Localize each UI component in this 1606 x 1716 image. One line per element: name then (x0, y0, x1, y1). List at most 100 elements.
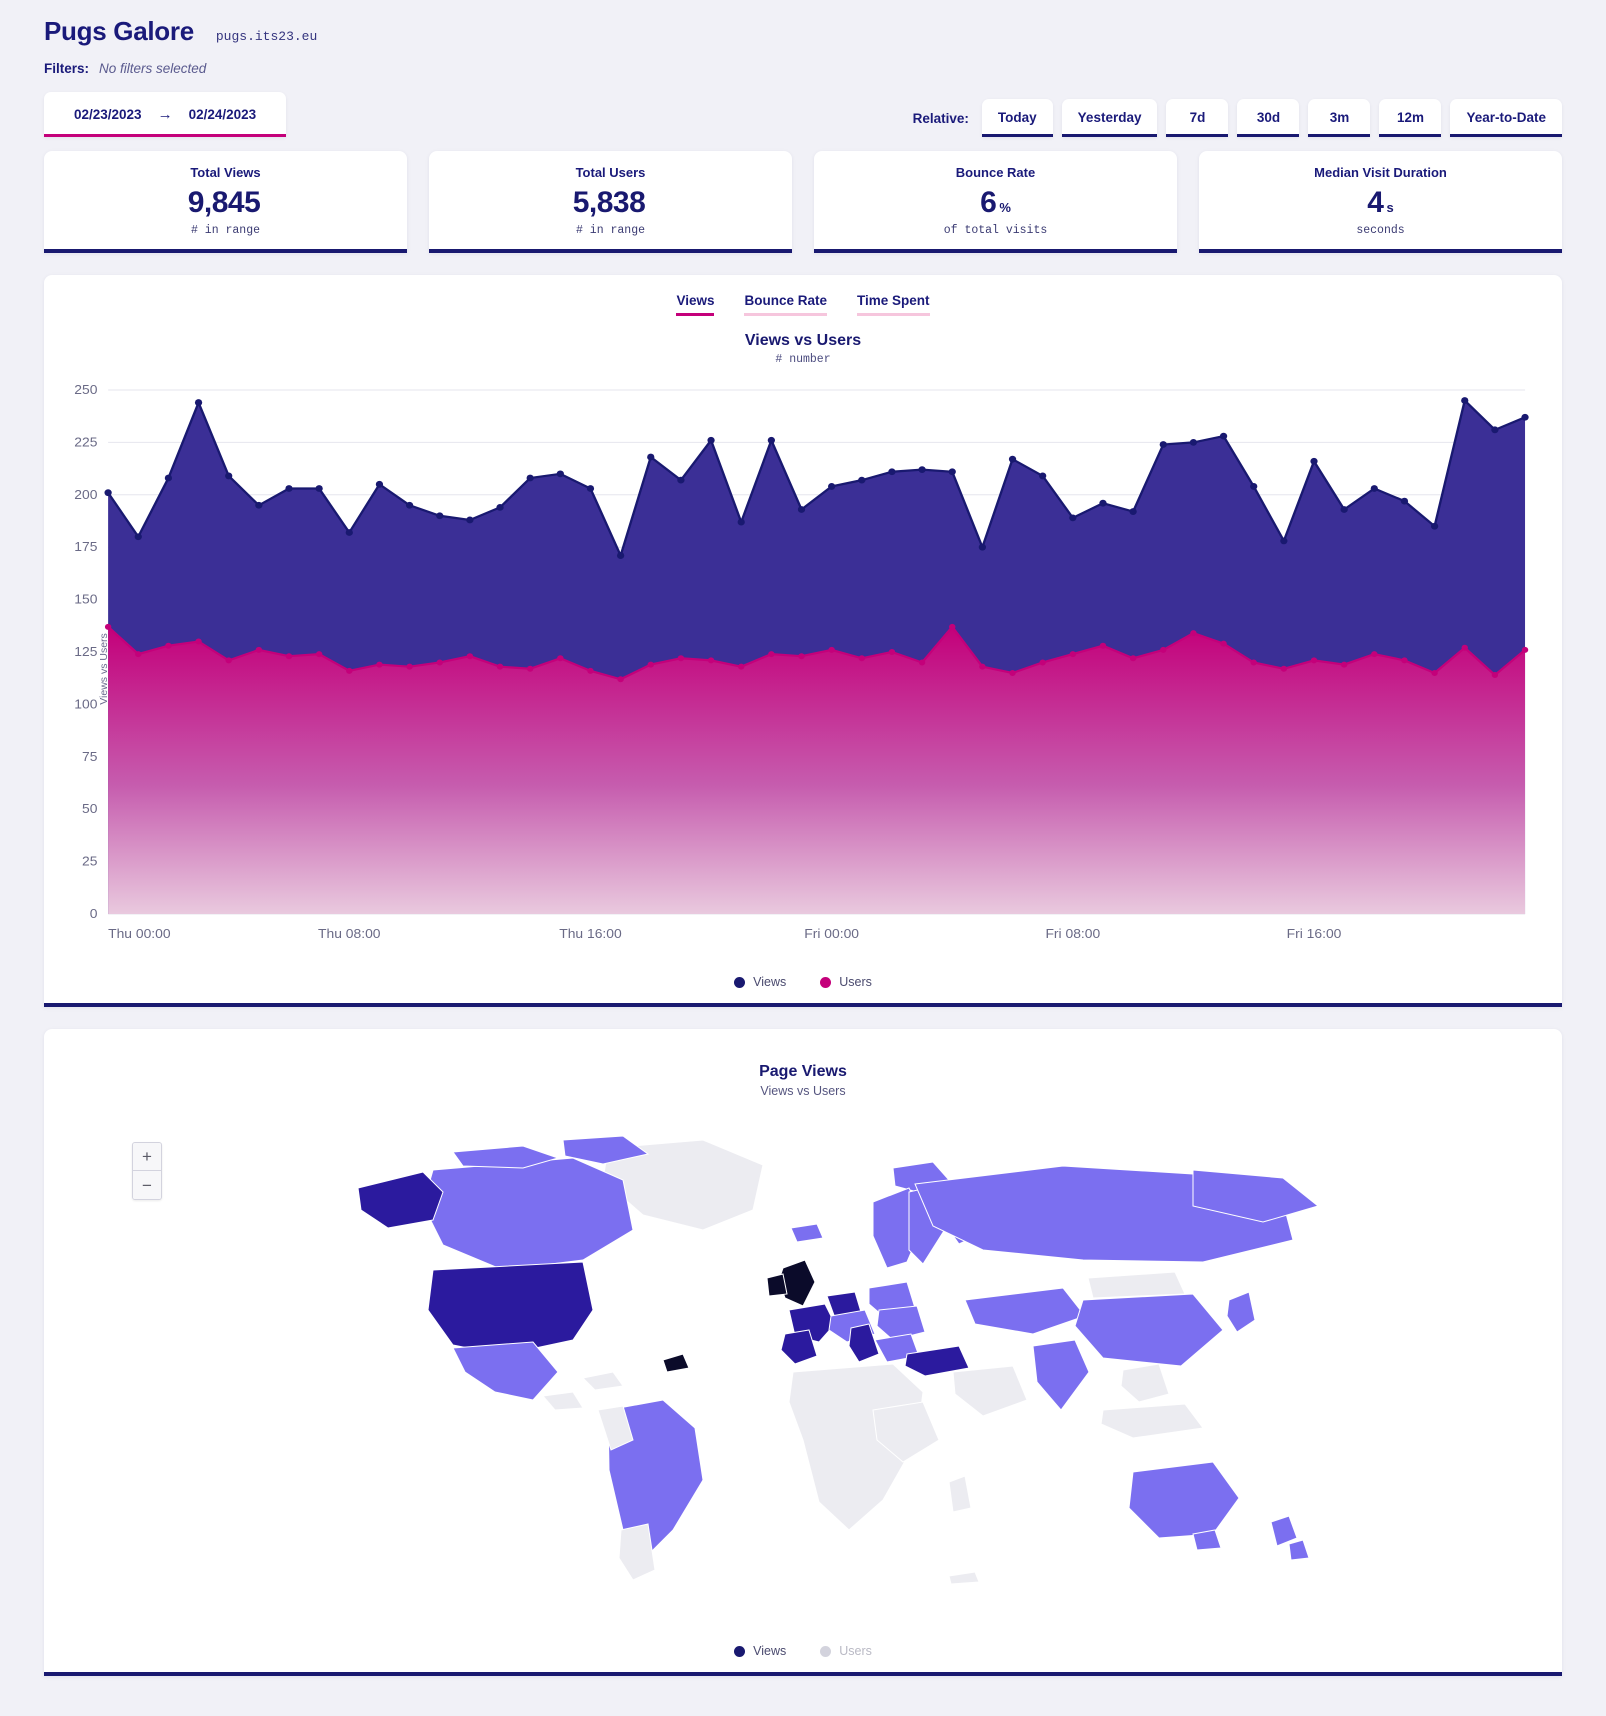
views-data-point[interactable] (1250, 483, 1258, 490)
views-data-point[interactable] (1370, 485, 1378, 492)
users-data-point[interactable] (1310, 657, 1318, 664)
users-data-point[interactable] (1280, 665, 1288, 672)
users-data-point[interactable] (949, 623, 956, 630)
world-choropleth-map[interactable] (44, 1110, 1562, 1630)
map-legend-item-views[interactable]: Views (734, 1644, 786, 1658)
users-data-point[interactable] (165, 642, 172, 649)
users-data-point[interactable] (346, 667, 353, 674)
filters-value[interactable]: No filters selected (99, 61, 206, 76)
views-data-point[interactable] (1310, 457, 1318, 465)
users-data-point[interactable] (1039, 659, 1046, 666)
tab-views[interactable]: Views (676, 293, 715, 316)
views-vs-users-area-chart[interactable]: 0255075100125150175200225250 Thu 00:00 Th… (44, 376, 1540, 956)
users-data-point[interactable] (255, 646, 263, 653)
users-data-point[interactable] (1069, 651, 1077, 658)
users-data-point[interactable] (798, 653, 805, 660)
views-data-point[interactable] (888, 468, 896, 476)
users-data-point[interactable] (104, 623, 112, 630)
legend-item-views[interactable]: Views (734, 975, 786, 989)
views-data-point[interactable] (948, 468, 956, 476)
views-data-point[interactable] (1159, 441, 1167, 448)
users-data-point[interactable] (1521, 646, 1529, 653)
users-data-point[interactable] (1401, 657, 1408, 664)
date-range-picker[interactable]: 02/23/2023 → 02/24/2023 (44, 92, 287, 137)
relative-button-12m[interactable]: 12m (1379, 99, 1442, 137)
users-data-point[interactable] (285, 653, 293, 660)
users-data-point[interactable] (1220, 640, 1227, 647)
users-data-point[interactable] (1340, 661, 1348, 668)
tab-time-spent[interactable]: Time Spent (857, 293, 930, 316)
users-data-point[interactable] (436, 659, 443, 666)
views-data-point[interactable] (315, 485, 323, 492)
views-data-point[interactable] (1491, 426, 1499, 434)
views-data-point[interactable] (225, 472, 233, 480)
relative-button-7d[interactable]: 7d (1166, 99, 1229, 137)
views-data-point[interactable] (1219, 432, 1228, 440)
map-container[interactable]: + − (44, 1110, 1562, 1630)
views-data-point[interactable] (255, 501, 263, 509)
views-data-point[interactable] (526, 474, 534, 482)
tab-bounce-rate[interactable]: Bounce Rate (744, 293, 828, 316)
users-data-point[interactable] (1371, 651, 1378, 658)
views-data-point[interactable] (978, 543, 987, 551)
users-data-point[interactable] (195, 638, 202, 645)
views-data-point[interactable] (1280, 537, 1288, 545)
views-data-point[interactable] (405, 501, 414, 509)
users-data-point[interactable] (1461, 644, 1468, 651)
users-data-point[interactable] (1129, 655, 1137, 662)
users-data-point[interactable] (888, 649, 896, 655)
views-data-point[interactable] (647, 453, 655, 461)
views-data-point[interactable] (436, 512, 444, 520)
users-data-point[interactable] (1099, 642, 1107, 649)
users-data-point[interactable] (647, 661, 654, 668)
users-data-point[interactable] (828, 646, 835, 653)
users-data-point[interactable] (1190, 630, 1197, 637)
zoom-out-button[interactable]: − (133, 1171, 161, 1199)
legend-item-users[interactable]: Users (820, 975, 872, 989)
views-data-point[interactable] (134, 533, 142, 541)
views-data-point[interactable] (797, 506, 806, 513)
views-data-point[interactable] (1129, 508, 1137, 515)
views-data-point[interactable] (1039, 472, 1047, 480)
zoom-in-button[interactable]: + (133, 1143, 161, 1171)
users-data-point[interactable] (466, 653, 474, 660)
date-range-start[interactable]: 02/23/2023 (74, 107, 142, 122)
views-data-point[interactable] (1099, 499, 1107, 507)
views-data-point[interactable] (164, 474, 173, 482)
views-data-point[interactable] (345, 529, 353, 536)
users-data-point[interactable] (406, 663, 413, 670)
views-data-point[interactable] (1340, 506, 1348, 513)
date-range-end[interactable]: 02/24/2023 (189, 107, 257, 122)
views-data-point[interactable] (677, 476, 685, 484)
users-data-point[interactable] (557, 655, 564, 662)
views-data-point[interactable] (707, 436, 715, 444)
map-legend-item-users[interactable]: Users (820, 1644, 872, 1658)
views-data-point[interactable] (1400, 497, 1409, 505)
users-data-point[interactable] (135, 651, 142, 658)
views-data-point[interactable] (285, 485, 293, 492)
views-data-point[interactable] (466, 516, 474, 524)
users-data-point[interactable] (1009, 669, 1016, 676)
users-data-point[interactable] (526, 665, 534, 672)
views-data-point[interactable] (375, 480, 384, 488)
users-data-point[interactable] (918, 659, 926, 666)
views-data-point[interactable] (104, 489, 112, 497)
users-data-point[interactable] (225, 657, 232, 664)
users-data-point[interactable] (587, 667, 594, 674)
views-data-point[interactable] (1008, 455, 1017, 463)
users-data-point[interactable] (1160, 646, 1167, 653)
users-data-point[interactable] (858, 655, 866, 662)
views-data-point[interactable] (586, 485, 595, 492)
relative-button-yesterday[interactable]: Yesterday (1061, 99, 1158, 137)
users-data-point[interactable] (1431, 669, 1438, 676)
users-data-point[interactable] (1491, 672, 1499, 679)
users-data-point[interactable] (768, 651, 775, 658)
relative-button-today[interactable]: Today (981, 99, 1053, 137)
users-data-point[interactable] (1250, 659, 1257, 666)
views-data-point[interactable] (496, 503, 504, 511)
users-data-point[interactable] (677, 655, 685, 662)
views-data-point[interactable] (1069, 514, 1077, 522)
users-data-point[interactable] (738, 663, 745, 670)
users-data-point[interactable] (707, 657, 715, 664)
views-data-point[interactable] (194, 399, 203, 406)
